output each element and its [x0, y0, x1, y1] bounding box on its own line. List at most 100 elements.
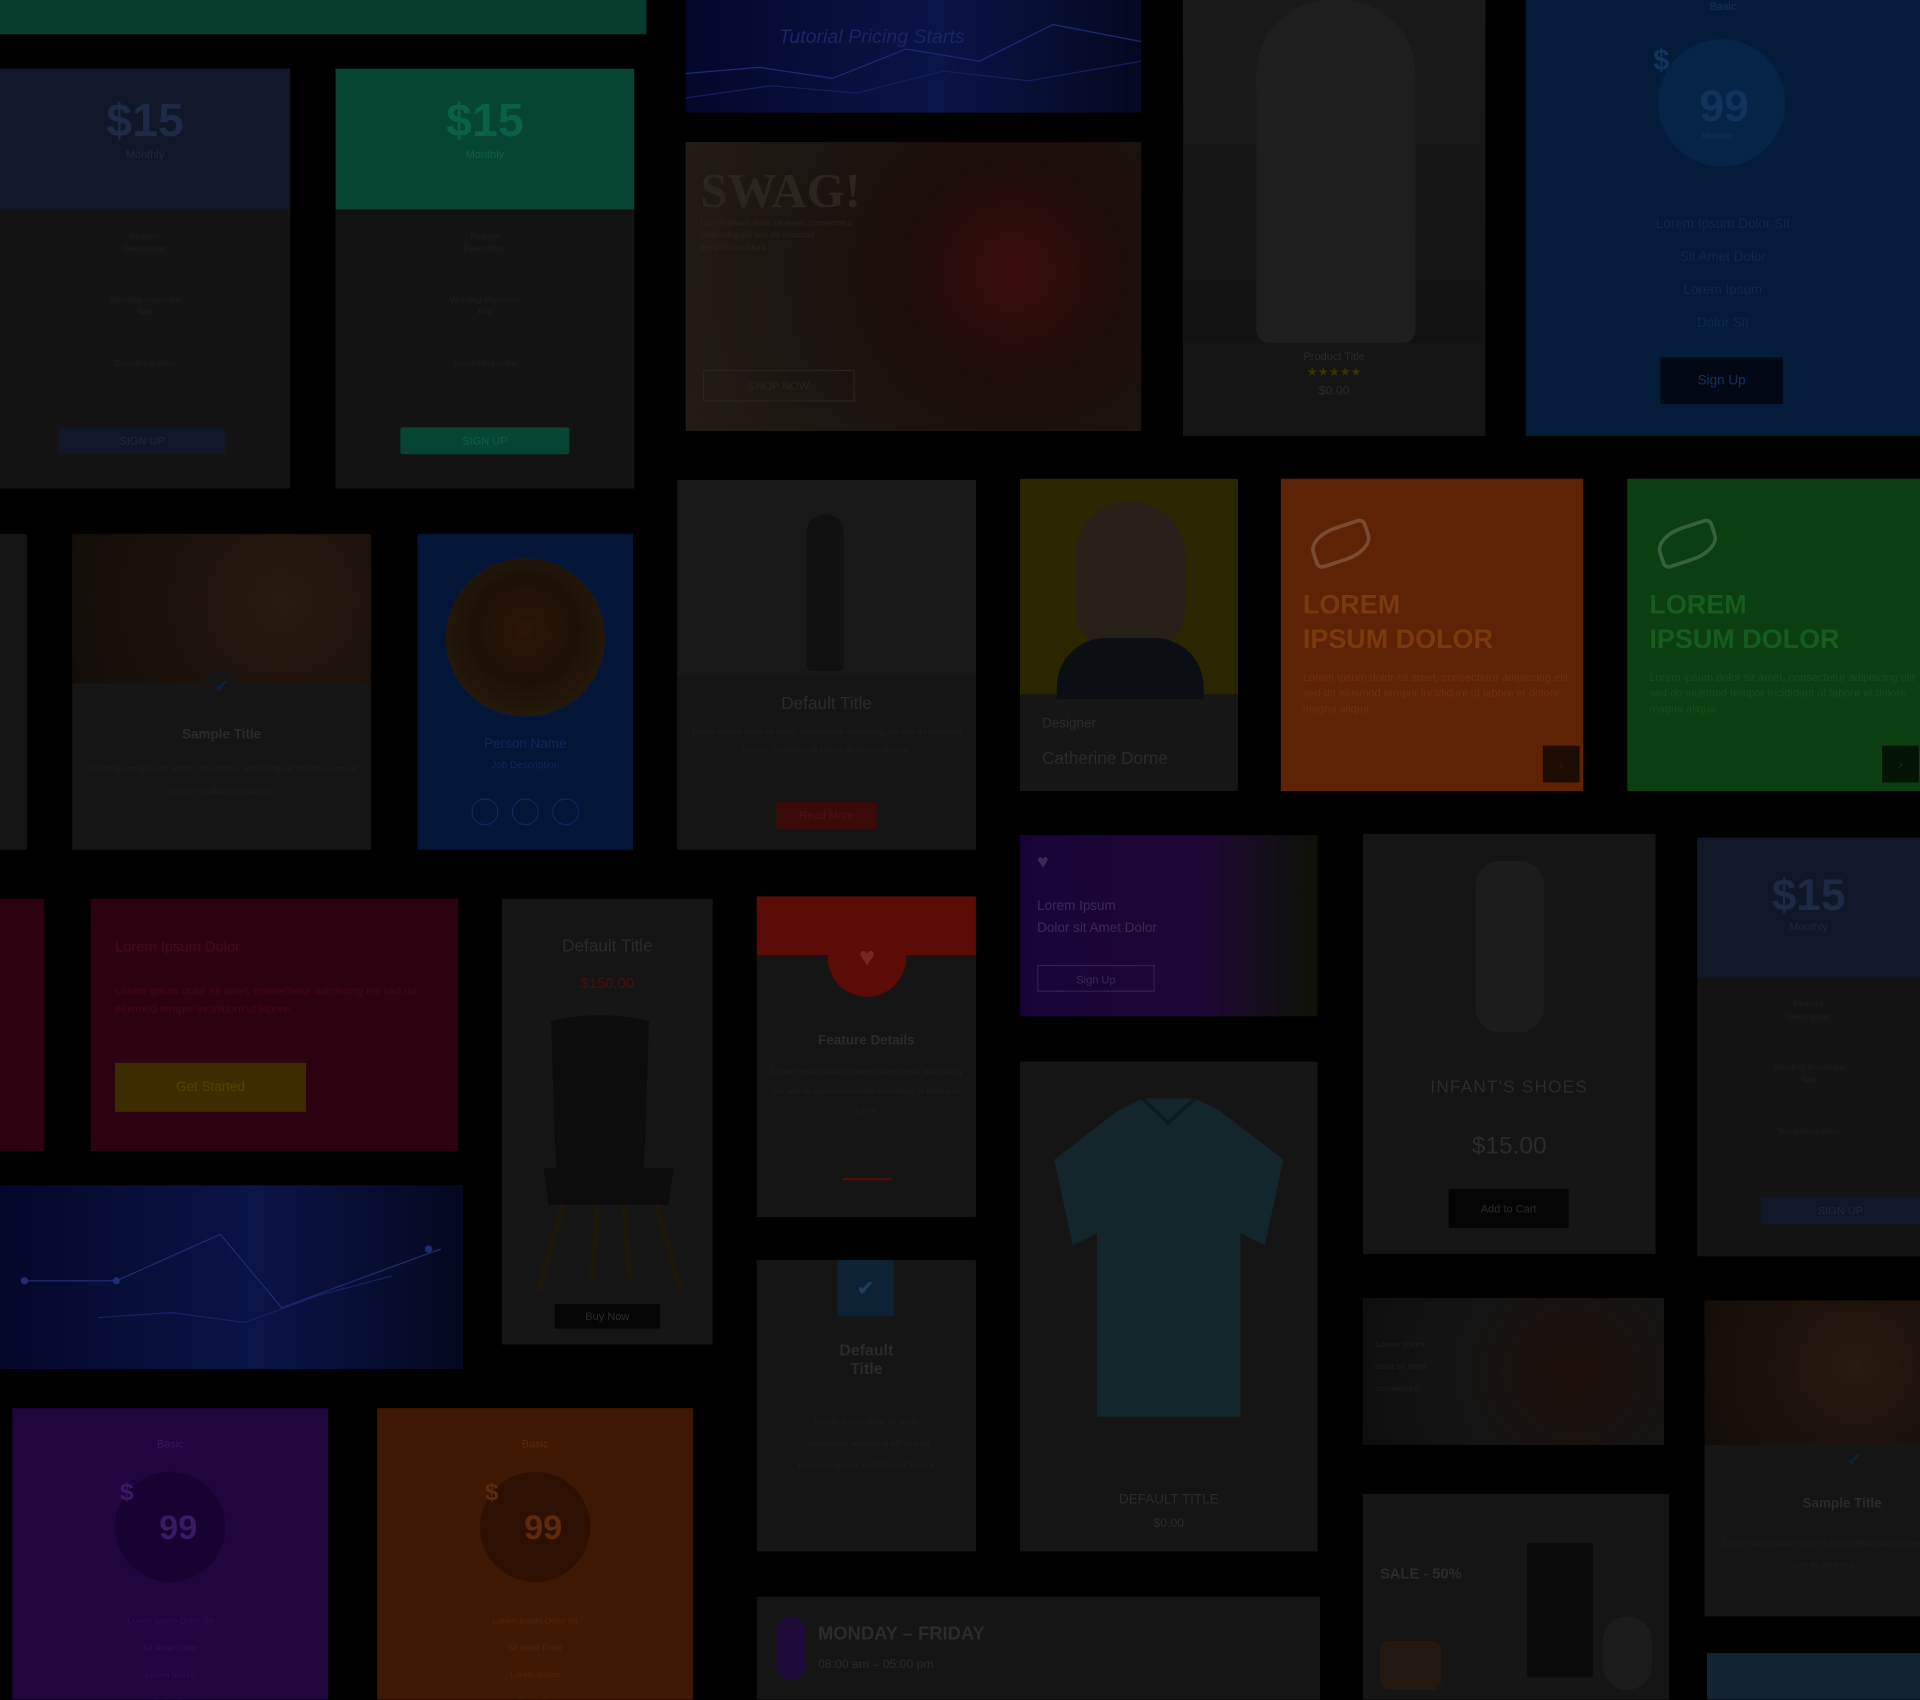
- chair-title: Default Title: [562, 935, 653, 956]
- bike-line-2: dolor sit amet: [1375, 1362, 1427, 1372]
- pricing-tier: Basic: [521, 1437, 549, 1450]
- furniture-image: [1526, 1542, 1594, 1678]
- pricing-period: Monthly: [465, 148, 505, 161]
- plain-title-1: Default: [839, 1340, 894, 1360]
- product-rating: ★★★★★: [1306, 366, 1362, 380]
- product-card-chair: Default Title $150.00 Buy Now: [502, 898, 713, 1345]
- swag-banner: SWAG! Lorem ipsum dolor sit amet, consec…: [685, 142, 1142, 432]
- pricing-signup-button[interactable]: SIGN UP: [1760, 1197, 1920, 1225]
- plain-body: Lorem ipsum dolor sit amet consectetur a…: [798, 1417, 935, 1471]
- arrow-right-icon[interactable]: ›: [1882, 745, 1919, 783]
- food-title: Sample Title: [182, 727, 262, 743]
- pricing-card-blue-circle: Basic $ 99 Monthly Lorem Ipsum Dolor Sit…: [1525, 0, 1920, 436]
- testimonial-card: Designer Catherine Dorne: [1020, 478, 1238, 792]
- pricing-item: Lorem Ipsum: [145, 1671, 196, 1681]
- top-banner-strip: [0, 0, 647, 35]
- feature-body: Lorem ipsum dolor sit amet consectetur a…: [771, 1067, 962, 1116]
- product-title: DEFAULT TITLE: [1119, 1492, 1219, 1508]
- heart-icon: ♥: [827, 918, 907, 997]
- cta-card-maroon: Lorem Ipsum Dolor Lorem ipsum dolor sit …: [90, 898, 458, 1152]
- partial-card-bottom-right: [1706, 1653, 1920, 1700]
- product-title: Product Title: [1303, 350, 1365, 363]
- night-chart-banner: [0, 1185, 463, 1369]
- pricing-feature-desc: Description: [1787, 1012, 1831, 1022]
- product-card-shoes: INFANT'S SHOES $15.00 Add to Cart: [1362, 833, 1656, 1254]
- social-icon-twitter[interactable]: [511, 798, 539, 826]
- cta-card-orange: LOREM IPSUM DOLOR Lorem ipsum dolor sit …: [1280, 478, 1584, 792]
- arrow-right-icon[interactable]: ›: [1542, 745, 1580, 783]
- team-card-blue: Person Name Job Description: [417, 533, 634, 850]
- swag-body-3: tempor incididunt: [700, 243, 766, 253]
- feature-title: Feature Details: [818, 1033, 915, 1049]
- partial-card-maroon: [0, 898, 45, 1152]
- pricing-feature: Feature: [130, 232, 160, 242]
- pricing-item: Lorem Ipsum Dolor Sit: [1655, 216, 1790, 232]
- pricing-currency: $: [120, 1479, 134, 1507]
- price-circle: $ 99: [115, 1471, 226, 1583]
- food-image: [72, 533, 372, 684]
- cta-card-green: LOREM IPSUM DOLOR Lorem ipsum dolor sit …: [1627, 478, 1920, 792]
- pricing-period: Monthly: [1789, 920, 1828, 934]
- food-body: Lorem ipsum dolor sit amet, consectetur …: [87, 765, 357, 796]
- product-card-woman: Product Title ★★★★★ $0.00: [1182, 0, 1486, 436]
- night-chart-lines: [20, 1233, 442, 1324]
- social-icon-facebook[interactable]: [471, 798, 499, 826]
- food-image: [1704, 1300, 1920, 1445]
- product-image-woman: [1182, 0, 1486, 343]
- night-banner: Tutorial Pricing Starts: [685, 0, 1142, 113]
- pricing-card-purple-circle: Basic $ 99 Lorem Ipsum Dolor Sit Sit Ame…: [12, 1408, 329, 1700]
- figure-image: [677, 480, 976, 676]
- shoes-image: [1475, 860, 1545, 1033]
- pricing-card-orange-circle: Basic $ 99 Lorem Ipsum Dolor Sit Sit Ame…: [377, 1408, 694, 1700]
- read-more-button[interactable]: Read More: [776, 802, 877, 829]
- pricing-extra: Something extra: [113, 360, 177, 369]
- social-icon-linkedin[interactable]: [552, 798, 580, 826]
- feature-divider: [842, 1177, 892, 1181]
- buy-now-button[interactable]: Buy Now: [554, 1304, 661, 1329]
- pricing-feature-2-desc: Text: [137, 308, 153, 318]
- pricing-item: Sit Amet Dolor: [507, 1644, 563, 1654]
- swag-body-1: Lorem ipsum dolor sit amet, consectetur: [700, 219, 853, 228]
- pricing-tier: Basic: [156, 1437, 184, 1450]
- swag-shop-button[interactable]: SHOP NOW: [702, 369, 855, 402]
- check-icon: ✔: [1836, 1442, 1872, 1477]
- team-name: Person Name: [484, 737, 567, 752]
- figure-body: Lorem ipsum dolor sit amet, consectetur …: [691, 728, 962, 755]
- pricing-price: $15: [446, 95, 524, 147]
- pricing-period: Monthly: [1702, 132, 1733, 141]
- pricing-signup-button[interactable]: SIGN UP: [58, 427, 226, 455]
- cta-title-2: IPSUM DOLOR: [1649, 623, 1840, 654]
- price-circle: $ 99: [480, 1471, 591, 1583]
- shirt-image: [1054, 1097, 1284, 1417]
- purple-signup-button[interactable]: Sign Up: [1037, 964, 1155, 992]
- cta-body: Lorem ipsum dolor sit amet, consectetur …: [1649, 671, 1915, 716]
- get-started-button[interactable]: Get Started: [115, 1062, 307, 1112]
- shoes-title: INFANT'S SHOES: [1430, 1076, 1588, 1096]
- maroon-title: Lorem Ipsum Dolor: [115, 937, 241, 956]
- shoes-price: $15.00: [1471, 1132, 1547, 1160]
- price-circle: $ 99 Monthly: [1653, 39, 1786, 167]
- swag-title: SWAG!: [700, 162, 861, 218]
- testimonial-photo: [1020, 478, 1238, 700]
- night-graph-lines: [685, 23, 1142, 99]
- opening-hours-card: MONDAY – FRIDAY 08:00 am – 05:00 pm: [756, 1596, 1321, 1700]
- add-to-cart-button[interactable]: Add to Cart: [1448, 1188, 1569, 1229]
- pricing-item: Lorem Ipsum Dolor Sit: [492, 1617, 578, 1627]
- pricing-item: Lorem Ipsum: [1683, 282, 1763, 298]
- hours-times: 08:00 am – 05:00 pm: [817, 1657, 934, 1672]
- leaf-icon: [1652, 516, 1723, 571]
- pricing-currency: $: [1653, 44, 1670, 78]
- pricing-item: Dolor Sit: [377, 1690, 693, 1699]
- pricing-feature-2-desc: Text: [477, 308, 493, 318]
- plain-title-2: Title: [850, 1359, 883, 1378]
- furniture-banner: SALE - 50%: [1362, 1493, 1669, 1700]
- swag-body-2: adipiscing elit sed do eiusmod: [700, 231, 815, 241]
- avatar: [445, 558, 605, 718]
- check-icon: ✔: [837, 1260, 894, 1317]
- cta-title-2: IPSUM DOLOR: [1302, 623, 1493, 654]
- pricing-signup-button[interactable]: SIGN UP: [400, 427, 570, 455]
- pricing-signup-button[interactable]: Sign Up: [1660, 357, 1783, 405]
- pricing-price: $15: [106, 95, 184, 147]
- pricing-card-green: $15 Monthly Feature Description Wording …: [335, 68, 635, 489]
- chair-image: [535, 1015, 684, 1292]
